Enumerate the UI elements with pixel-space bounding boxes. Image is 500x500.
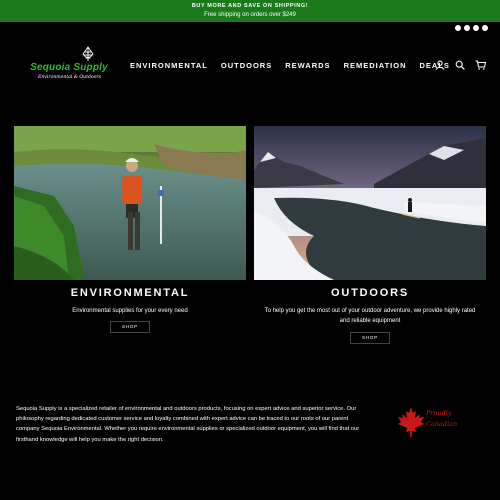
search-icon[interactable] — [455, 60, 465, 70]
nav-outdoors[interactable]: OUTDOORS — [221, 61, 272, 70]
social-links — [455, 25, 488, 34]
facebook-icon[interactable] — [464, 25, 470, 31]
header-icons — [435, 60, 486, 70]
outdoors-collection-image[interactable] — [254, 126, 486, 280]
environmental-collection-image[interactable] — [14, 126, 246, 280]
youtube-icon[interactable] — [473, 25, 479, 31]
outdoors-description-line1: To help you get the most out of your out… — [264, 308, 476, 314]
environmental-shop-button[interactable]: SHOP — [110, 321, 150, 333]
environmental-title[interactable]: ENVIRONMENTAL — [14, 287, 246, 299]
maple-leaf-icon — [398, 407, 424, 437]
outdoors-shop-button[interactable]: SHOP — [350, 332, 390, 344]
announcement-subline: Free shipping on orders over $249 — [204, 12, 296, 18]
account-icon[interactable] — [435, 60, 445, 70]
environmental-description: Environmental supplies for your every ne… — [72, 308, 188, 314]
main-nav: ENVIRONMENTAL OUTDOORS REWARDS REMEDIATI… — [130, 61, 450, 70]
proudly-canadian-badge: Proudly Canadian — [396, 402, 476, 442]
linkedin-icon[interactable] — [482, 25, 488, 31]
nav-remediation[interactable]: REMEDIATION — [344, 61, 407, 70]
outdoors-title[interactable]: OUTDOORS — [254, 287, 486, 299]
announcement-bar: BUY MORE AND SAVE ON SHIPPING! Free ship… — [0, 0, 500, 22]
pinecone-icon — [82, 46, 94, 61]
instagram-icon[interactable] — [455, 25, 461, 31]
proudly-canadian-text: Proudly Canadian — [426, 408, 457, 430]
badge-line2: Canadian — [426, 420, 458, 428]
nav-rewards[interactable]: REWARDS — [285, 61, 330, 70]
about-text: Sequoia Supply is a specialized retailer… — [16, 406, 360, 443]
site-logo[interactable]: Sequoia Supply Environmental & Outdoors — [20, 44, 118, 86]
cart-icon[interactable] — [475, 60, 486, 70]
outdoors-description-line2: and reliable equipment — [339, 318, 401, 324]
announcement-headline: BUY MORE AND SAVE ON SHIPPING! — [191, 3, 309, 9]
logo-tagline: Environmental & Outdoors — [38, 75, 101, 80]
logo-brand: Sequoia Supply — [30, 62, 108, 73]
nav-environmental[interactable]: ENVIRONMENTAL — [130, 61, 208, 70]
badge-line1: Proudly — [426, 409, 452, 417]
